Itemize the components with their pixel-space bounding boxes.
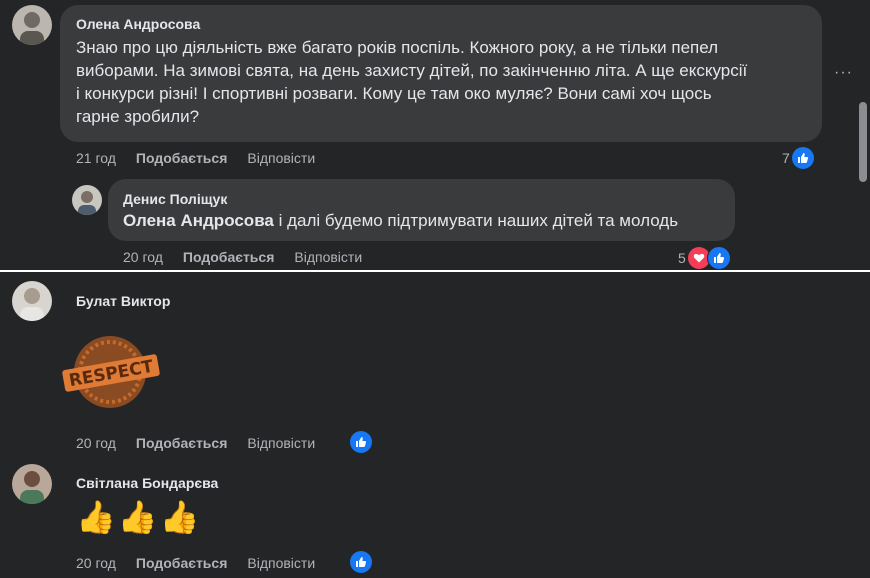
reaction-count: 7 <box>782 150 790 166</box>
reply-actions: 20 год Подобається Відповісти <box>123 249 382 265</box>
avatar[interactable] <box>72 185 102 215</box>
reply-button[interactable]: Відповісти <box>247 435 315 451</box>
timestamp[interactable]: 20 год <box>76 555 116 571</box>
comment-line: і конкурси різні! І спортивні розваги. К… <box>76 84 712 103</box>
reply-button[interactable]: Відповісти <box>247 555 315 571</box>
comment-line: гарне зробили? <box>76 107 200 126</box>
more-options-icon[interactable]: ··· <box>834 64 853 82</box>
comment-text: Знаю про цю діяльність вже багато років … <box>76 36 816 128</box>
reaction-count: 5 <box>678 250 686 266</box>
avatar[interactable] <box>12 5 52 45</box>
person-avatar-icon <box>20 288 44 321</box>
timestamp[interactable]: 20 год <box>123 249 163 265</box>
like-button[interactable]: Подобається <box>136 435 227 451</box>
timestamp[interactable]: 20 год <box>76 435 116 451</box>
comment-actions: 20 год Подобається Відповісти <box>76 555 335 571</box>
reply-button[interactable]: Відповісти <box>247 150 315 166</box>
comment-author[interactable]: Світлана Бондарєва <box>76 475 218 491</box>
mention-link[interactable]: Олена Андросова <box>123 211 274 230</box>
reaction-summary[interactable]: 5 <box>678 246 731 270</box>
comment-line: виборами. На зимові свята, на день захис… <box>76 61 748 80</box>
person-avatar-icon <box>20 12 44 45</box>
timestamp[interactable]: 21 год <box>76 150 116 166</box>
avatar[interactable] <box>12 281 52 321</box>
scrollbar-thumb[interactable] <box>859 102 867 182</box>
like-button[interactable]: Подобається <box>183 249 274 265</box>
reaction-summary[interactable]: 7 <box>782 147 814 169</box>
like-icon[interactable] <box>350 551 372 573</box>
comment-author[interactable]: Булат Виктор <box>76 293 170 309</box>
like-button[interactable]: Подобається <box>136 555 227 571</box>
reply-body: і далі будемо підтримувати наших дітей т… <box>273 211 679 230</box>
avatar[interactable] <box>12 464 52 504</box>
comment-actions: 20 год Подобається Відповісти <box>76 435 335 451</box>
thumbs-up-emoji: 👍👍👍 <box>76 499 202 535</box>
reply-button[interactable]: Відповісти <box>294 249 362 265</box>
like-button[interactable]: Подобається <box>136 150 227 166</box>
comment-author[interactable]: Олена Андросова <box>76 16 200 32</box>
like-icon[interactable] <box>350 431 372 453</box>
section-divider <box>0 270 870 272</box>
like-icon <box>706 246 731 270</box>
respect-sticker[interactable]: RESPECT <box>60 332 162 412</box>
person-avatar-icon <box>20 471 44 504</box>
reply-text: Олена Андросова і далі будемо підтримува… <box>123 209 678 232</box>
person-avatar-icon <box>78 191 96 215</box>
comment-line: Знаю про цю діяльність вже багато років … <box>76 38 719 57</box>
comment-actions: 21 год Подобається Відповісти <box>76 150 335 166</box>
like-icon <box>791 147 814 169</box>
reply-author[interactable]: Денис Поліщук <box>123 191 227 207</box>
